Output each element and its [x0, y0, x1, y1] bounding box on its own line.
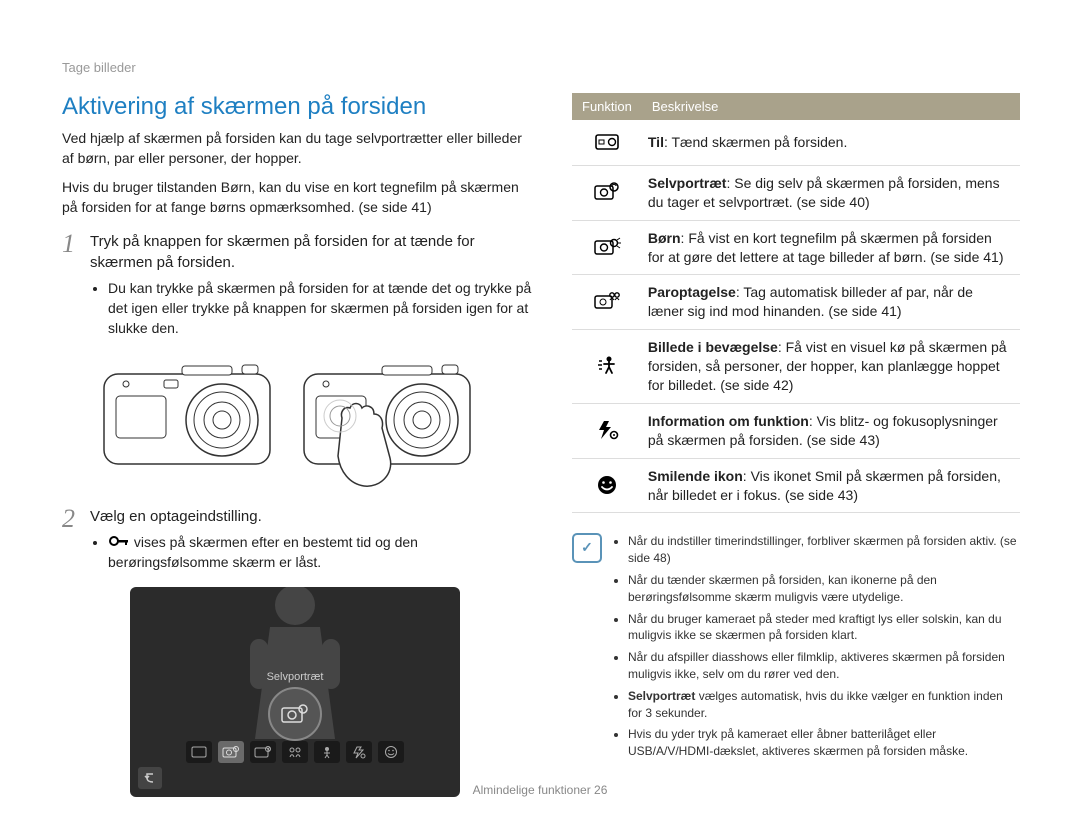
table-cell-description: Smilende ikon: Vis ikonet Smil på skærme… — [642, 458, 1020, 513]
jump-icon[interactable] — [314, 741, 340, 763]
note-item: Når du afspiller diasshows eller filmkli… — [628, 649, 1020, 683]
step-1: 1 Tryk på knappen for skærmen på forside… — [62, 231, 532, 342]
intro-paragraph-2: Hvis du bruger tilstanden Børn, kan du v… — [62, 178, 532, 217]
info-icon — [572, 403, 642, 458]
table-row: Information om funktion: Vis blitz- og f… — [572, 403, 1020, 458]
couple-icon — [572, 275, 642, 330]
screen-icon[interactable] — [186, 741, 212, 763]
step-number: 1 — [62, 231, 80, 342]
step-2: 2 Vælg en optageindstilling. vises på sk… — [62, 506, 532, 797]
note-item: Selvportræt vælges automatisk, hvis du i… — [628, 688, 1020, 722]
lcd-screen-mockup: Selvportræt — [130, 587, 460, 797]
table-row: Billede i bevægelse: Få vist en visuel k… — [572, 330, 1020, 404]
note-box: ✓ Når du indstiller timerindstillinger, … — [572, 533, 1020, 765]
table-cell-description: Til: Tænd skærmen på forsiden. — [642, 120, 1020, 165]
note-list: Når du indstiller timerindstillinger, fo… — [612, 533, 1020, 765]
mode-icon-strip — [186, 741, 404, 763]
smile-icon[interactable] — [378, 741, 404, 763]
screen-icon — [572, 120, 642, 165]
camera-illustration-row — [102, 362, 532, 492]
two-column-layout: Aktivering af skærmen på forsiden Ved hj… — [62, 93, 1020, 797]
lcd-mode-label: Selvportræt — [267, 671, 324, 683]
table-header-description: Beskrivelse — [642, 93, 1020, 120]
table-row: Smilende ikon: Vis ikonet Smil på skærme… — [572, 458, 1020, 513]
intro-paragraph-1: Ved hjælp af skærmen på forsiden kan du … — [62, 129, 532, 168]
jump-icon — [572, 330, 642, 404]
table-row: Børn: Få vist en kort tegnefilm på skærm… — [572, 220, 1020, 275]
selfportrait-icon — [572, 165, 642, 220]
note-item: Når du indstiller timerindstillinger, fo… — [628, 533, 1020, 567]
note-item: Hvis du yder tryk på kameraet eller åbne… — [628, 726, 1020, 760]
table-cell-description: Information om funktion: Vis blitz- og f… — [642, 403, 1020, 458]
page-title: Aktivering af skærmen på forsiden — [62, 93, 532, 121]
table-row: Selvportræt: Se dig selv på skærmen på f… — [572, 165, 1020, 220]
function-table: Funktion Beskrivelse Til: Tænd skærmen p… — [572, 93, 1020, 513]
table-cell-description: Billede i bevægelse: Få vist en visuel k… — [642, 330, 1020, 404]
couple-icon[interactable] — [282, 741, 308, 763]
note-item: Når du bruger kameraet på steder med kra… — [628, 611, 1020, 645]
table-cell-description: Selvportræt: Se dig selv på skærmen på f… — [642, 165, 1020, 220]
selfportrait-icon[interactable] — [218, 741, 244, 763]
step-number: 2 — [62, 506, 80, 797]
step-1-title: Tryk på knappen for skærmen på forsiden … — [90, 231, 532, 273]
step-1-bullet: Du kan trykke på skærmen på forsiden for… — [108, 279, 532, 338]
table-cell-description: Børn: Få vist en kort tegnefilm på skærm… — [642, 220, 1020, 275]
note-item: Når du tænder skærmen på forsiden, kan i… — [628, 572, 1020, 606]
left-column: Aktivering af skærmen på forsiden Ved hj… — [62, 93, 532, 797]
manual-page: Tage billeder Aktivering af skærmen på f… — [0, 0, 1080, 815]
table-row: Til: Tænd skærmen på forsiden. — [572, 120, 1020, 165]
right-column: Funktion Beskrivelse Til: Tænd skærmen p… — [572, 93, 1020, 797]
page-footer: Almindelige funktioner 26 — [0, 783, 1080, 797]
table-row: Paroptagelse: Tag automatisk billeder af… — [572, 275, 1020, 330]
table-cell-description: Paroptagelse: Tag automatisk billeder af… — [642, 275, 1020, 330]
selfportrait-large-icon — [268, 687, 322, 741]
section-label: Tage billeder — [62, 60, 1020, 75]
children-icon[interactable] — [250, 741, 276, 763]
children-icon — [572, 220, 642, 275]
camera-front-illustration — [102, 362, 272, 472]
smile-icon — [572, 458, 642, 513]
camera-touch-illustration — [302, 362, 492, 492]
info-icon[interactable] — [346, 741, 372, 763]
step-2-bullet: vises på skærmen efter en bestemt tid og… — [108, 533, 532, 573]
table-header-function: Funktion — [572, 93, 642, 120]
note-icon: ✓ — [572, 533, 602, 563]
step-2-title: Vælg en optageindstilling. — [90, 506, 532, 527]
lock-key-icon — [108, 534, 130, 554]
